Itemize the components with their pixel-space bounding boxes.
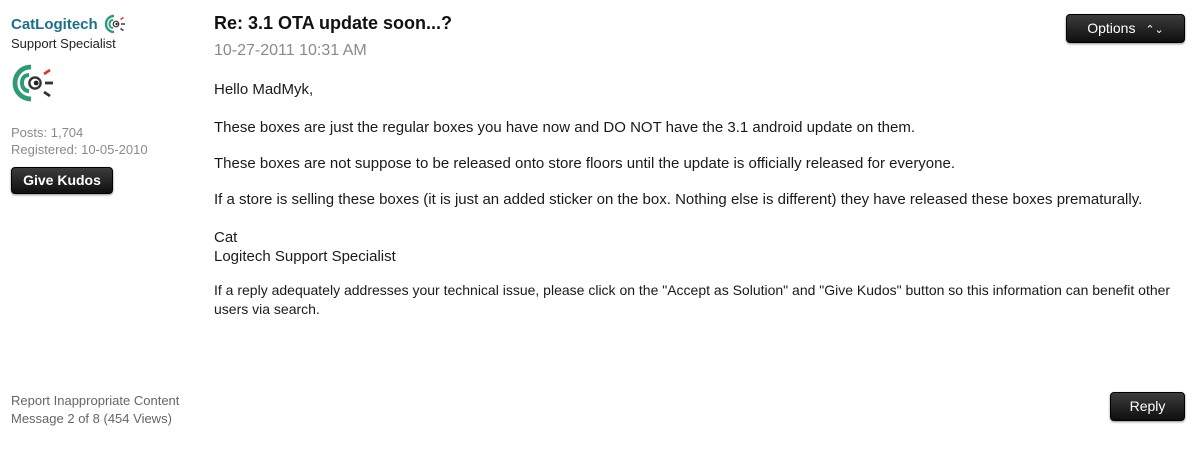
- signature-title: Logitech Support Specialist: [214, 248, 396, 265]
- author-rank: Support Specialist: [11, 36, 116, 51]
- signature-note: If a reply adequately addresses your tec…: [214, 282, 1171, 317]
- reply-button[interactable]: Reply: [1110, 392, 1185, 421]
- post-subject: Re: 3.1 OTA update soon...?: [214, 13, 453, 33]
- give-kudos-button[interactable]: Give Kudos: [11, 167, 113, 194]
- author-header: CatLogitech: [11, 13, 201, 35]
- message-info: Message 2 of 8 (454 Views): [11, 411, 172, 426]
- author-username-link[interactable]: CatLogitech: [11, 16, 98, 33]
- post-paragraph: If a store is selling these boxes (it is…: [214, 191, 1143, 208]
- post-paragraph: These boxes are just the regular boxes y…: [214, 119, 915, 136]
- report-content-link[interactable]: Report Inappropriate Content: [11, 392, 179, 410]
- avatar[interactable]: [11, 63, 55, 103]
- author-registered-date: Registered: 10-05-2010: [11, 142, 148, 157]
- author-stats: Posts: 1,704 Registered: 10-05-2010: [11, 124, 201, 158]
- post-paragraph: These boxes are not suppose to be releas…: [214, 155, 956, 172]
- author-post-count: Posts: 1,704: [11, 125, 84, 140]
- post-body: Hello MadMyk, These boxes are just the r…: [214, 80, 1189, 319]
- author-panel: CatLogitech Support Specialist Posts: 1,…: [11, 13, 201, 194]
- signature-name: Cat: [214, 229, 238, 246]
- post-paragraph: Hello MadMyk,: [214, 81, 314, 98]
- options-menu-button[interactable]: Options ⌃⌄: [1066, 14, 1185, 43]
- post-footer: Report Inappropriate Content Message 2 o…: [11, 392, 179, 428]
- rank-logo-icon: [104, 14, 125, 34]
- post-date: 10-27-2011 10:31 AM: [214, 42, 367, 59]
- up-down-chevron-icon: ⌃⌄: [1145, 24, 1164, 36]
- options-label: Options: [1087, 20, 1136, 36]
